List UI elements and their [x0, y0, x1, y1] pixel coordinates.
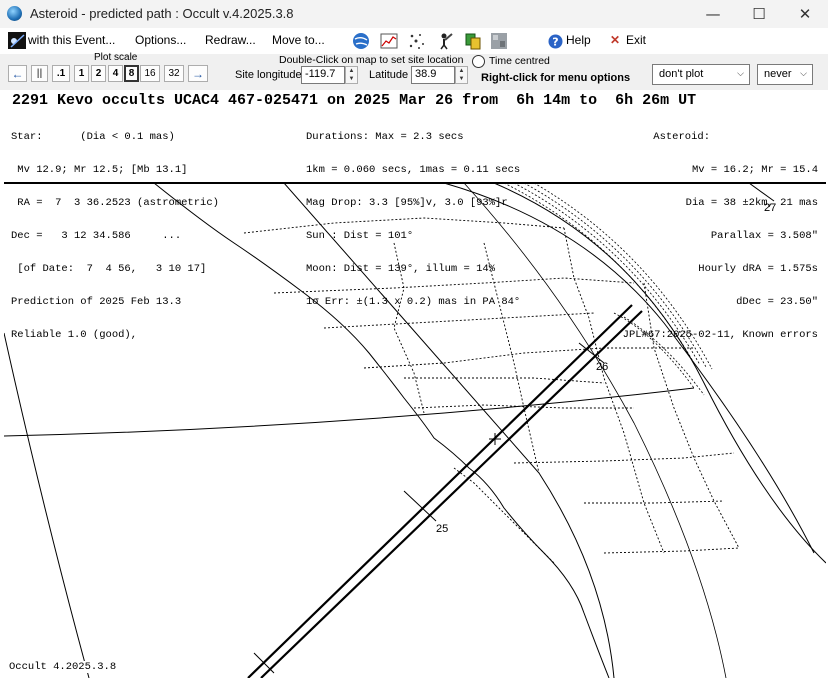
- time-centred-radio[interactable]: [472, 55, 485, 68]
- scale-2-button[interactable]: 2: [91, 65, 106, 82]
- copy-icon[interactable]: [464, 32, 482, 50]
- event-icon[interactable]: [8, 32, 26, 49]
- state-border: [584, 500, 725, 504]
- chevron-down-icon: ⌵: [737, 68, 744, 78]
- map-hint: Double-Click on map to set site location: [279, 54, 464, 66]
- state-border: [243, 217, 565, 234]
- menu-with-this-event[interactable]: with this Event...: [28, 33, 115, 47]
- menu-move-to[interactable]: Move to...: [272, 33, 325, 47]
- menu-bar: with this Event... Options... Redraw... …: [0, 28, 828, 54]
- time-label: 26: [596, 361, 608, 373]
- asteroid-line: Asteroid:: [653, 131, 710, 143]
- star-line: Star: (Dia < 0.1 mas): [11, 131, 175, 143]
- menu-exit[interactable]: Exit: [626, 33, 646, 47]
- title-bar: Asteroid - predicted path : Occult v.4.2…: [0, 0, 828, 28]
- plot-scale-label: Plot scale: [94, 52, 138, 63]
- stars-icon[interactable]: [408, 32, 426, 50]
- globe-icon[interactable]: [352, 32, 370, 50]
- help-icon[interactable]: ?: [548, 34, 563, 49]
- event-info-panel: 2291 Kevo occults UCAC4 467-025471 on 20…: [4, 90, 826, 341]
- state-border: [393, 242, 425, 414]
- window-title: Asteroid - predicted path : Occult v.4.2…: [30, 6, 294, 21]
- limb-dotted: [513, 183, 701, 366]
- never-dropdown[interactable]: never ⌵: [757, 64, 813, 85]
- circumstance-line: 1km = 0.060 secs, 1mas = 0.11 secs: [306, 164, 521, 176]
- plot-dropdown[interactable]: don't plot ⌵: [652, 64, 750, 85]
- menu-help[interactable]: Help: [566, 33, 591, 47]
- latitude-label: Latitude: [369, 69, 409, 81]
- state-border: [643, 282, 740, 549]
- nav-left-button[interactable]: ←: [8, 65, 27, 82]
- limb-dotted: [533, 183, 713, 370]
- chevron-down-icon: ⌵: [800, 68, 807, 78]
- globe-limb: [443, 183, 815, 554]
- exit-icon[interactable]: ✕: [610, 33, 620, 47]
- site-longitude-label: Site longitude: [235, 69, 302, 81]
- close-button[interactable]: ✕: [782, 0, 828, 28]
- maximize-button[interactable]: ☐: [736, 0, 782, 28]
- scale-16-button[interactable]: 16: [140, 65, 160, 82]
- globe-limb: [493, 183, 826, 564]
- state-border: [513, 452, 735, 464]
- version-footer: Occult 4.2025.3.8: [9, 661, 117, 673]
- state-border: [363, 347, 694, 369]
- latitude-field[interactable]: 38.9: [411, 66, 455, 84]
- pause-button[interactable]: ||: [31, 65, 48, 82]
- right-click-hint: Right-click for menu options: [481, 72, 631, 84]
- state-border: [323, 312, 595, 329]
- shadow-path-south: [260, 310, 643, 678]
- limb-dotted: [613, 312, 695, 389]
- meridian-line: [4, 332, 90, 678]
- image-icon[interactable]: [490, 32, 508, 50]
- plot-dropdown-value: don't plot: [659, 68, 704, 80]
- limb-dotted: [623, 316, 705, 396]
- state-border: [404, 377, 605, 384]
- site-longitude-field[interactable]: -119.7: [301, 66, 345, 84]
- path-map[interactable]: 27 26 25: [4, 183, 826, 678]
- meridian-line: [283, 183, 615, 678]
- observer-icon[interactable]: [436, 32, 454, 50]
- nav-right-button[interactable]: →: [188, 65, 208, 82]
- longitude-spinner[interactable]: ▲ ▼: [345, 66, 358, 84]
- time-label: 27: [764, 202, 776, 214]
- never-dropdown-value: never: [764, 68, 792, 80]
- app-globe-icon: [7, 6, 22, 21]
- time-label: 25: [436, 523, 448, 535]
- time-tick: [748, 183, 775, 202]
- latitude-line: [4, 387, 695, 437]
- minimize-button[interactable]: —: [690, 0, 736, 28]
- scale-0.1-button[interactable]: .1: [52, 65, 70, 82]
- scale-8-button[interactable]: 8: [124, 65, 139, 82]
- state-border: [603, 547, 740, 554]
- menu-options[interactable]: Options...: [135, 33, 186, 47]
- state-border: [453, 467, 555, 564]
- state-border: [273, 277, 635, 294]
- latitude-spinner[interactable]: ▲ ▼: [455, 66, 468, 84]
- chart-icon[interactable]: [380, 32, 398, 50]
- star-line: Mv 12.9; Mr 12.5; [Mb 13.1]: [11, 164, 188, 176]
- scale-1-button[interactable]: 1: [74, 65, 89, 82]
- scale-32-button[interactable]: 32: [164, 65, 184, 82]
- scale-4-button[interactable]: 4: [108, 65, 123, 82]
- svg-text:?: ?: [552, 36, 558, 49]
- event-headline: 2291 Kevo occults UCAC4 467-025471 on 20…: [12, 92, 697, 109]
- time-tick: [403, 490, 437, 522]
- time-centred-label: Time centred: [489, 55, 550, 67]
- circumstance-line: Durations: Max = 2.3 secs: [306, 131, 464, 143]
- menu-redraw[interactable]: Redraw...: [205, 33, 256, 47]
- coastline: [153, 183, 610, 678]
- asteroid-line: Mv = 16.2; Mr = 15.4: [691, 164, 818, 176]
